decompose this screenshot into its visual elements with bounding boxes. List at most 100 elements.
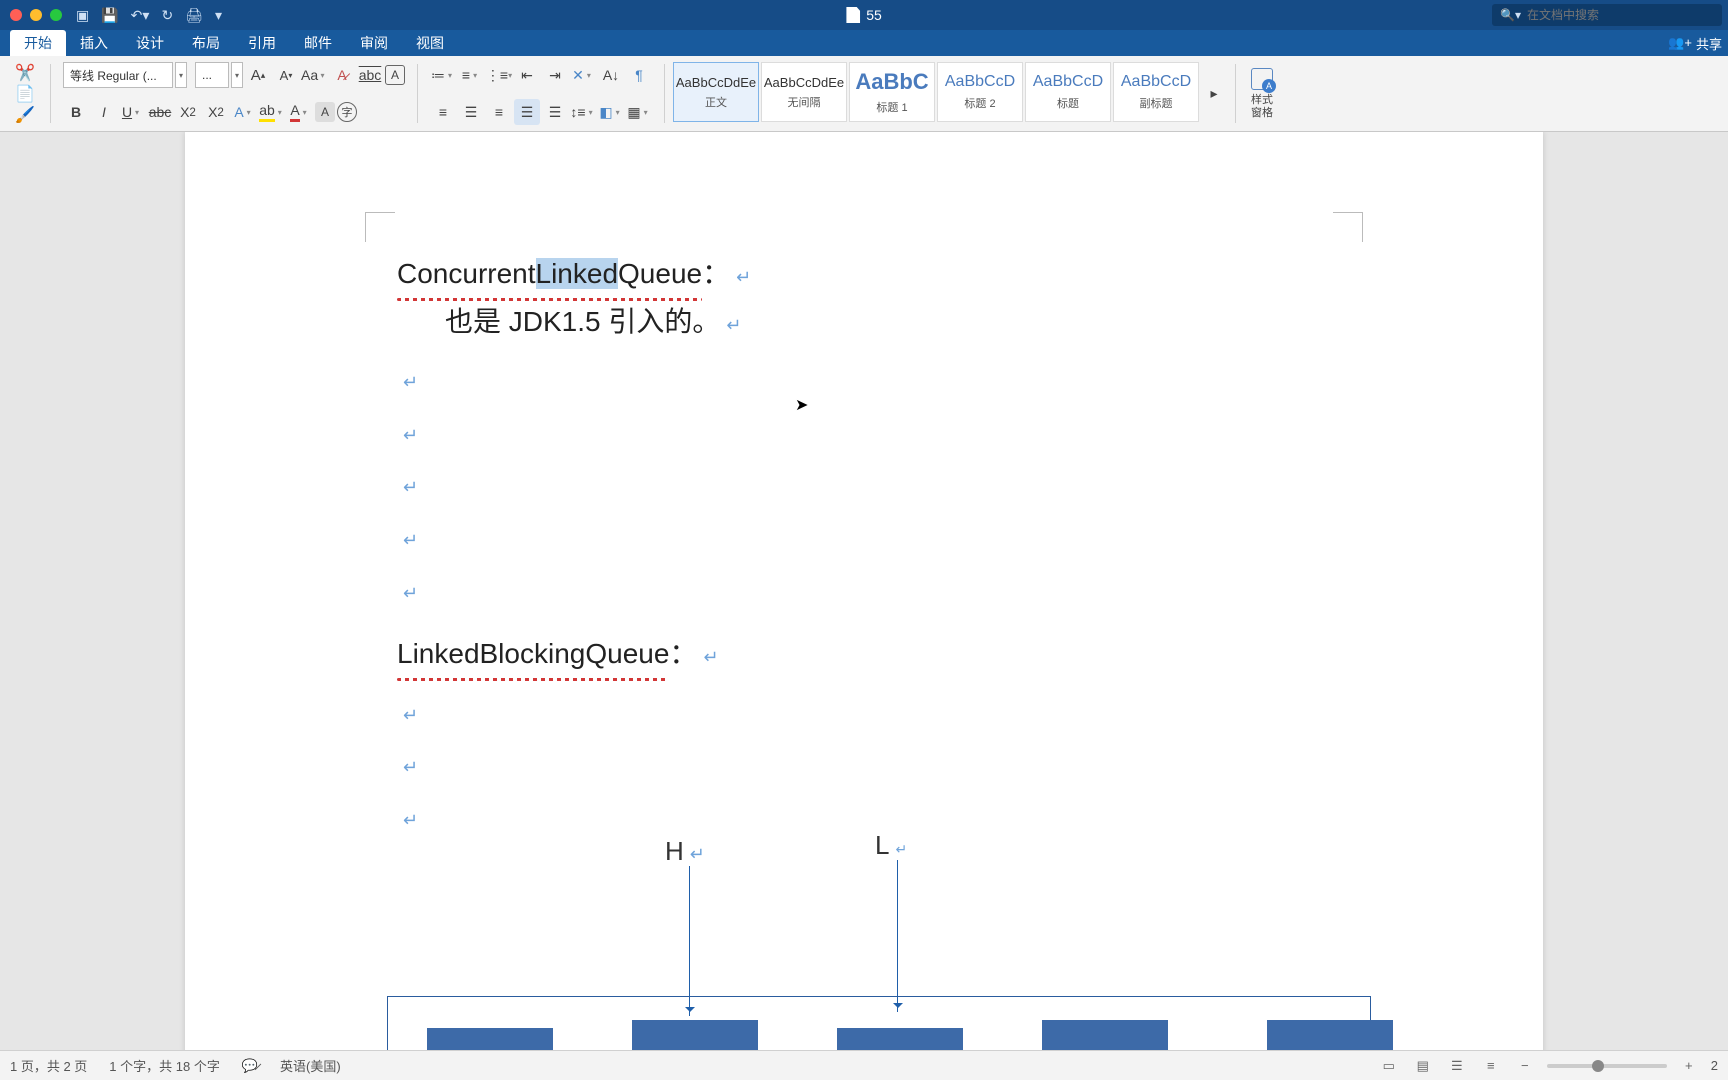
- print-icon[interactable]: 🖨: [185, 7, 203, 24]
- enclose-character-icon[interactable]: 字: [337, 102, 357, 122]
- phonetic-guide-icon[interactable]: abc: [357, 62, 383, 88]
- tab-references[interactable]: 引用: [234, 30, 290, 56]
- diagram-node-2: N2↵: [837, 1028, 963, 1050]
- show-marks-icon[interactable]: ¶: [626, 62, 652, 88]
- borders-icon[interactable]: ▦▾: [626, 99, 652, 125]
- character-shading-icon[interactable]: A: [315, 102, 335, 122]
- underline-button[interactable]: U▾: [119, 99, 145, 125]
- minimize-window-button[interactable]: [30, 9, 42, 21]
- paragraph-group: ≔▾ ≡▾ ⋮≡▾ ⇤ ⇥ ✕▾ A↓ ¶ ≡ ☰ ≡ ☰ ☰ ↕≡▾ ◧▾ ▦…: [424, 60, 658, 127]
- clear-format-icon[interactable]: A̷: [329, 62, 355, 88]
- grow-font-icon[interactable]: A▴: [245, 62, 271, 88]
- decrease-indent-icon[interactable]: ⇤: [514, 62, 540, 88]
- font-size-dropdown[interactable]: ▾: [231, 62, 243, 88]
- empty-para[interactable]: ↵: [397, 805, 1331, 836]
- character-border-icon[interactable]: A: [385, 65, 405, 85]
- bullets-icon[interactable]: ≔▾: [430, 62, 456, 88]
- subscript-button[interactable]: X2: [175, 99, 201, 125]
- text-effects-icon[interactable]: A▾: [231, 99, 257, 125]
- language-indicator[interactable]: 英语(美国): [280, 1056, 341, 1075]
- font-color-icon[interactable]: A▾: [287, 99, 313, 125]
- font-name-dropdown[interactable]: ▾: [175, 62, 187, 88]
- page-indicator[interactable]: 1 页，共 2 页: [10, 1056, 87, 1075]
- align-right-icon[interactable]: ≡: [486, 99, 512, 125]
- tab-insert[interactable]: 插入: [66, 30, 122, 56]
- empty-para[interactable]: ↵: [397, 472, 1331, 503]
- document-viewport[interactable]: ConcurrentLinkedQueue ： ↵ ➤ 也是 JDK1.5 引入…: [0, 132, 1728, 1050]
- undo-icon[interactable]: ↶▾: [131, 7, 150, 24]
- align-center-icon[interactable]: ☰: [458, 99, 484, 125]
- paragraph-mark-icon: ↵: [726, 310, 741, 341]
- font-group: 等线 Regular (...▾ ...▾ A▴ A▾ Aa▾ A̷ abc A…: [57, 60, 411, 127]
- empty-para[interactable]: ↵: [397, 578, 1331, 609]
- bold-button[interactable]: B: [63, 99, 89, 125]
- tab-view[interactable]: 视图: [402, 30, 458, 56]
- autosave-icon[interactable]: ▣: [76, 7, 89, 24]
- asian-layout-icon[interactable]: ✕▾: [570, 62, 596, 88]
- zoom-slider[interactable]: [1547, 1064, 1667, 1068]
- close-window-button[interactable]: [10, 9, 22, 21]
- style-title[interactable]: AaBbCcD标题: [1025, 62, 1111, 122]
- customize-qat-icon[interactable]: ▾: [215, 7, 222, 24]
- empty-para[interactable]: ↵: [397, 700, 1331, 731]
- style-subtitle[interactable]: AaBbCcD副标题: [1113, 62, 1199, 122]
- shrink-font-icon[interactable]: A▾: [273, 62, 299, 88]
- search-box[interactable]: 🔍▾: [1492, 4, 1722, 26]
- search-input[interactable]: [1527, 8, 1714, 22]
- style-normal[interactable]: AaBbCcDdEe正文: [673, 62, 759, 122]
- font-name-combo[interactable]: 等线 Regular (...: [63, 62, 173, 88]
- status-bar: 1 页，共 2 页 1 个字，共 18 个字 💬̷ 英语(美国) ▭ ▤ ☰ ≡…: [0, 1050, 1728, 1080]
- tab-home[interactable]: 开始: [10, 30, 66, 56]
- share-button[interactable]: 👥+ 共享: [1668, 34, 1722, 53]
- web-layout-icon[interactable]: ☰: [1445, 1056, 1469, 1076]
- empty-para[interactable]: ↵: [397, 525, 1331, 556]
- body-line-1[interactable]: 也是 JDK1.5 引入的。 ↵: [397, 298, 1331, 346]
- tab-design[interactable]: 设计: [122, 30, 178, 56]
- align-left-icon[interactable]: ≡: [430, 99, 456, 125]
- styles-more-icon[interactable]: ▸: [1201, 81, 1227, 107]
- style-heading1[interactable]: AaBbC标题 1: [849, 62, 935, 122]
- heading-lbq[interactable]: LinkedBlockingQueue： ↵: [397, 630, 1331, 678]
- copy-icon[interactable]: 📄: [12, 83, 38, 104]
- print-layout-icon[interactable]: ▤: [1411, 1056, 1435, 1076]
- zoom-in-button[interactable]: +: [1677, 1056, 1701, 1076]
- spellcheck-icon[interactable]: 💬̷: [242, 1058, 258, 1074]
- redo-icon[interactable]: ↻: [161, 7, 173, 24]
- sort-icon[interactable]: A↓: [598, 62, 624, 88]
- focus-view-icon[interactable]: ▭: [1377, 1056, 1401, 1076]
- justify-icon[interactable]: ☰: [514, 99, 540, 125]
- window-controls: [0, 9, 62, 21]
- empty-para[interactable]: ↵: [397, 367, 1331, 398]
- change-case-icon[interactable]: Aa▾: [301, 62, 327, 88]
- maximize-window-button[interactable]: [50, 9, 62, 21]
- highlight-color-icon[interactable]: ab▾: [259, 99, 285, 125]
- superscript-button[interactable]: X2: [203, 99, 229, 125]
- multilevel-list-icon[interactable]: ⋮≡▾: [486, 62, 512, 88]
- save-icon[interactable]: 💾: [101, 7, 118, 24]
- heading-clq[interactable]: ConcurrentLinkedQueue ： ↵: [397, 250, 1331, 298]
- tab-mailings[interactable]: 邮件: [290, 30, 346, 56]
- distributed-icon[interactable]: ☰: [542, 99, 568, 125]
- increase-indent-icon[interactable]: ⇥: [542, 62, 568, 88]
- empty-para[interactable]: ↵: [397, 752, 1331, 783]
- word-count[interactable]: 1 个字，共 18 个字: [109, 1056, 220, 1075]
- empty-para[interactable]: ↵: [397, 420, 1331, 451]
- style-heading2[interactable]: AaBbCcD标题 2: [937, 62, 1023, 122]
- cut-icon[interactable]: ✂️: [12, 62, 38, 83]
- zoom-value[interactable]: 2: [1711, 1058, 1718, 1073]
- font-size-combo[interactable]: ...: [195, 62, 229, 88]
- tab-layout[interactable]: 布局: [178, 30, 234, 56]
- strikethrough-button[interactable]: abc: [147, 99, 173, 125]
- shading-icon[interactable]: ◧▾: [598, 99, 624, 125]
- tab-review[interactable]: 审阅: [346, 30, 402, 56]
- page-content[interactable]: ConcurrentLinkedQueue ： ↵ ➤ 也是 JDK1.5 引入…: [397, 250, 1331, 1050]
- style-no-spacing[interactable]: AaBbCcDdEe无间隔: [761, 62, 847, 122]
- zoom-out-button[interactable]: −: [1513, 1056, 1537, 1076]
- outline-view-icon[interactable]: ≡: [1479, 1056, 1503, 1076]
- format-painter-icon[interactable]: 🖌️: [12, 104, 38, 125]
- word-doc-icon: [846, 7, 860, 23]
- numbering-icon[interactable]: ≡▾: [458, 62, 484, 88]
- line-spacing-icon[interactable]: ↕≡▾: [570, 99, 596, 125]
- italic-button[interactable]: I: [91, 99, 117, 125]
- styles-pane-button[interactable]: 样式 窗格: [1242, 60, 1282, 127]
